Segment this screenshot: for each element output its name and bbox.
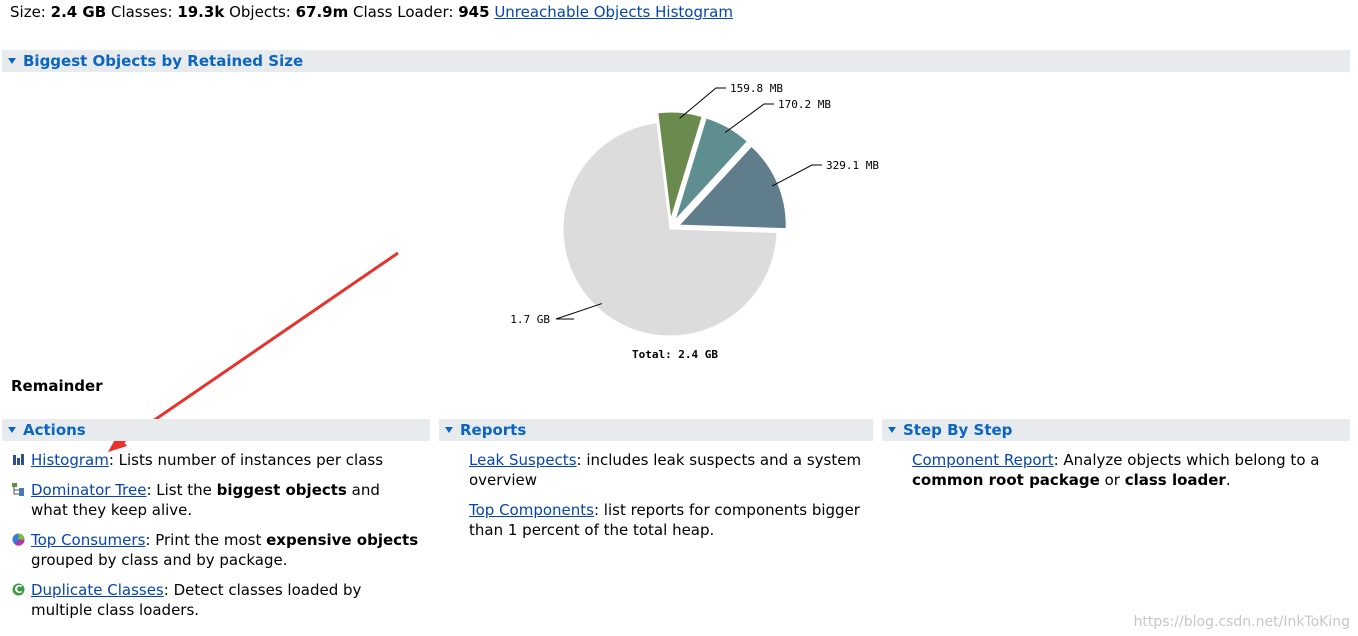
duplicate-classes-link[interactable]: Duplicate Classes [31,581,164,599]
size-label: Size: [10,3,46,21]
class-icon: C [12,583,25,596]
pie-slice-label: 159.8 MB [730,82,783,95]
report-leak-suspects: Leak Suspects: includes leak suspects an… [469,450,864,490]
class-loader-label: Class Loader: [353,3,454,21]
report-top-components: Top Components: list reports for compone… [469,500,864,540]
top-consumers-desc-post: grouped by class and by package. [31,551,288,569]
top-consumers-link[interactable]: Top Consumers [31,531,145,549]
pie-leader-line [555,303,603,320]
objects-value: 67.9m [295,3,349,21]
pie-slice-label: 329.1 MB [826,159,879,172]
dominator-tree-desc-bold: biggest objects [216,481,347,499]
component-report-link[interactable]: Component Report [912,451,1054,469]
pie-total-label: Total: 2.4 GB [632,348,718,361]
collapse-triangle-icon[interactable] [8,58,16,64]
dominator-tree-link[interactable]: Dominator Tree [31,481,146,499]
top-consumers-desc-bold: expensive objects [266,531,419,549]
action-top-consumers: Top Consumers: Print the most expensive … [10,530,420,570]
component-report-bold-loader: class loader [1124,471,1226,489]
top-components-link[interactable]: Top Components [469,501,594,519]
action-histogram: Histogram: Lists number of instances per… [10,450,420,470]
biggest-objects-title: Biggest Objects by Retained Size [23,52,304,70]
dominator-tree-desc-pre: : List the [146,481,217,499]
unreachable-histogram-link[interactable]: Unreachable Objects Histogram [494,3,733,21]
step-by-step-title: Step By Step [903,421,1013,439]
actions-title: Actions [23,421,86,439]
tree-icon [12,483,24,496]
component-report-desc-mid: or [1099,471,1125,489]
component-report-desc-pre: : Analyze objects which belong to a [1053,451,1320,469]
histogram-link[interactable]: Histogram [31,451,109,469]
remainder-label: Remainder [11,377,103,395]
class-loader-value: 945 [458,3,490,21]
retained-size-pie-chart[interactable]: 159.8 MB 170.2 MB 329.1 MB 1.7 GB Total: 2.… [0,74,1358,374]
pie-leader-line [724,103,774,134]
collapse-triangle-icon[interactable] [888,427,896,433]
top-consumers-desc-pre: : Print the most [145,531,267,549]
leak-suspects-link[interactable]: Leak Suspects [469,451,577,469]
reports-title: Reports [460,421,527,439]
svg-text:C: C [14,583,22,596]
pie-slice-label: 1.7 GB [510,313,550,326]
histogram-icon [13,454,24,465]
size-value: 2.4 GB [50,3,107,21]
action-dominator-tree: Dominator Tree: List the biggest objects… [10,480,420,520]
pie-icon [12,533,25,546]
pie-leader-line [772,164,822,187]
step-by-step-header[interactable]: Step By Step [882,419,1350,441]
classes-label: Classes: [110,3,173,21]
biggest-objects-header[interactable]: Biggest Objects by Retained Size [2,50,1350,72]
step-component-report: Component Report: Analyze objects which … [912,450,1332,490]
actions-header[interactable]: Actions [2,419,430,441]
actions-list: Histogram: Lists number of instances per… [10,450,420,630]
objects-label: Objects: [229,3,291,21]
reports-header[interactable]: Reports [439,419,873,441]
reports-list: Leak Suspects: includes leak suspects an… [469,450,864,550]
collapse-triangle-icon[interactable] [8,427,16,433]
component-report-desc-post: . [1225,471,1231,489]
watermark: https://blog.csdn.net/InkToKing [1133,614,1350,630]
classes-value: 19.3k [177,3,225,21]
histogram-desc: : Lists number of instances per class [108,451,384,469]
step-by-step-list: Component Report: Analyze objects which … [912,450,1332,500]
heap-summary: Size: 2.4 GB Classes: 19.3k Objects: 67.… [10,3,733,21]
pie-slice-label: 170.2 MB [778,98,831,111]
component-report-bold-root: common root package [912,471,1100,489]
collapse-triangle-icon[interactable] [445,427,453,433]
action-duplicate-classes: C Duplicate Classes: Detect classes load… [10,580,420,620]
